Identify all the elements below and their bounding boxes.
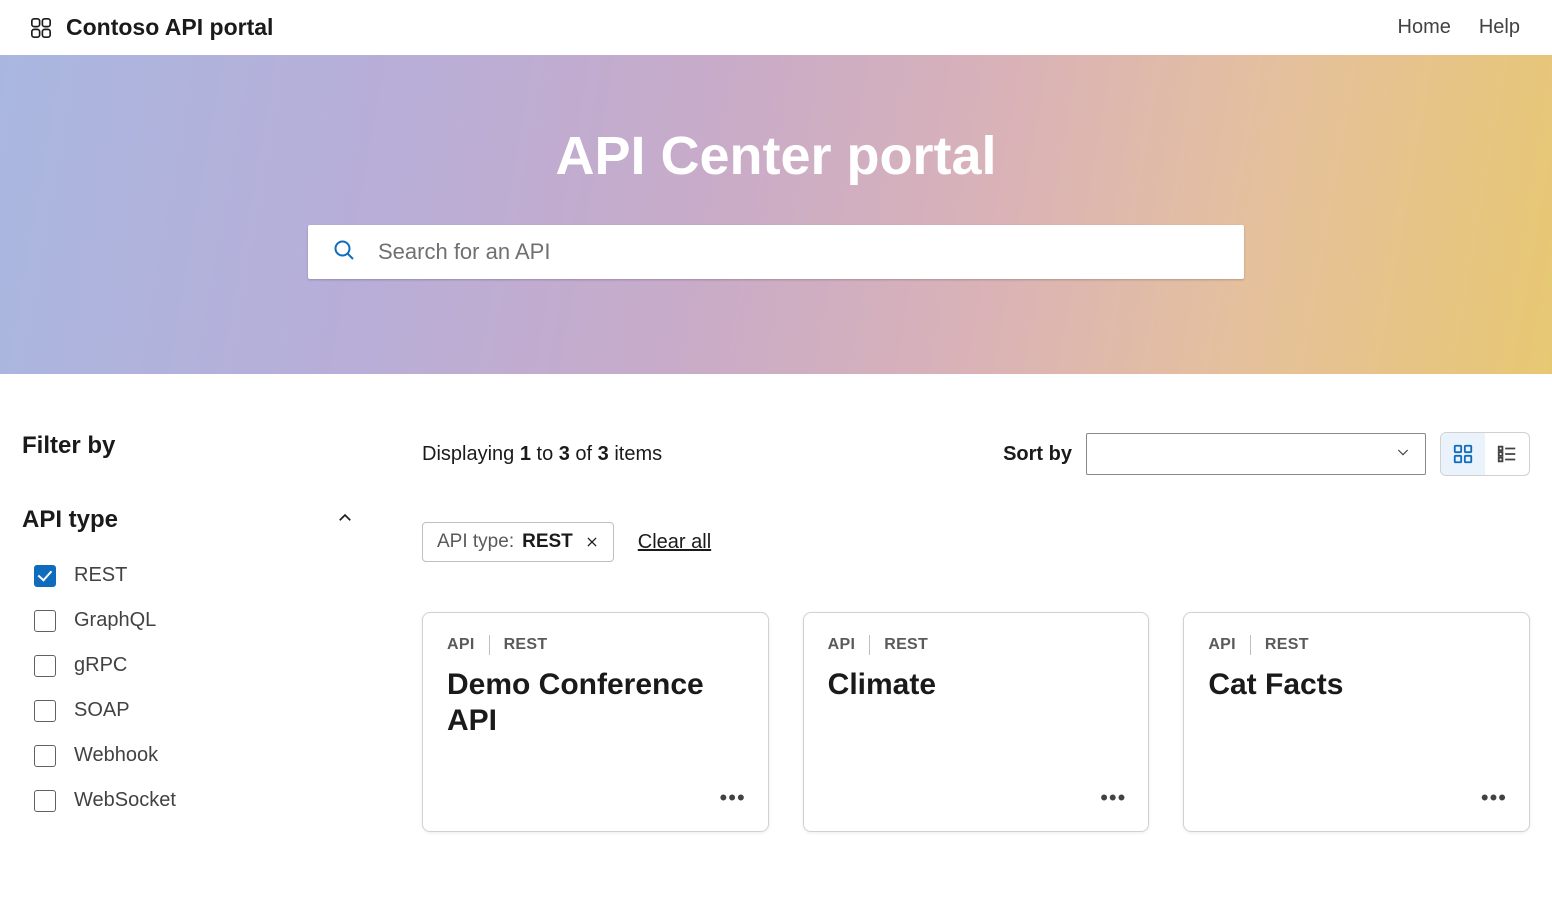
search-box[interactable] xyxy=(308,225,1244,279)
filter-option[interactable]: REST xyxy=(34,564,382,587)
filter-heading: Filter by xyxy=(22,432,382,460)
checkbox[interactable] xyxy=(34,745,56,767)
chevron-down-icon xyxy=(1395,444,1411,465)
top-bar-left: Contoso API portal xyxy=(30,14,273,41)
facet-title: API type xyxy=(22,506,118,534)
api-card[interactable]: API REST Demo Conference API ••• xyxy=(422,612,769,832)
api-card[interactable]: API REST Cat Facts ••• xyxy=(1183,612,1530,832)
view-toggle xyxy=(1440,432,1530,476)
nav-home[interactable]: Home xyxy=(1398,16,1451,39)
card-badge-type: REST xyxy=(884,636,928,654)
divider xyxy=(489,635,490,655)
filter-option[interactable]: WebSocket xyxy=(34,789,382,812)
filter-option-label: WebSocket xyxy=(74,789,176,812)
filter-chip-key: API type: xyxy=(437,531,514,553)
card-title: Demo Conference API xyxy=(447,667,744,739)
card-grid: API REST Demo Conference API ••• API REST Clim… xyxy=(422,612,1530,832)
checkbox[interactable] xyxy=(34,700,56,722)
card-meta: API REST xyxy=(1208,635,1505,655)
close-icon[interactable] xyxy=(585,535,599,549)
card-badge-kind: API xyxy=(828,636,856,654)
hero-banner: API Center portal xyxy=(0,55,1552,374)
card-badge-type: REST xyxy=(504,636,548,654)
filter-option[interactable]: SOAP xyxy=(34,699,382,722)
more-icon[interactable]: ••• xyxy=(720,785,746,811)
brand-title: Contoso API portal xyxy=(66,14,273,41)
facet-options: REST GraphQL gRPC SOAP Webhook WebSocket xyxy=(22,564,382,812)
checkbox[interactable] xyxy=(34,610,56,632)
sort-label: Sort by xyxy=(1003,443,1072,466)
filter-sidebar: Filter by API type REST GraphQL gRPC SOAP We… xyxy=(22,432,382,832)
active-filters: API type: REST Clear all xyxy=(422,522,1530,562)
chevron-up-icon xyxy=(336,509,354,532)
card-badge-kind: API xyxy=(447,636,475,654)
filter-option-label: Webhook xyxy=(74,744,158,767)
results-count: Displaying 1 to 3 of 3 items xyxy=(422,443,662,466)
top-bar-right: Home Help xyxy=(1398,16,1521,39)
clear-all-button[interactable]: Clear all xyxy=(638,531,711,554)
filter-option[interactable]: gRPC xyxy=(34,654,382,677)
card-meta: API REST xyxy=(447,635,744,655)
view-grid-button[interactable] xyxy=(1441,433,1485,475)
filter-option-label: GraphQL xyxy=(74,609,156,632)
search-input[interactable] xyxy=(378,239,1220,265)
divider xyxy=(869,635,870,655)
waffle-icon xyxy=(30,17,52,39)
card-badge-kind: API xyxy=(1208,636,1236,654)
api-card[interactable]: API REST Climate ••• xyxy=(803,612,1150,832)
card-title: Climate xyxy=(828,667,1125,703)
checkbox[interactable] xyxy=(34,790,56,812)
card-meta: API REST xyxy=(828,635,1125,655)
filter-option[interactable]: GraphQL xyxy=(34,609,382,632)
results-area: Displaying 1 to 3 of 3 items Sort by xyxy=(422,432,1530,832)
main-content: Filter by API type REST GraphQL gRPC SOAP We… xyxy=(0,374,1552,872)
card-badge-type: REST xyxy=(1265,636,1309,654)
more-icon[interactable]: ••• xyxy=(1100,785,1126,811)
hero-title: API Center portal xyxy=(0,125,1552,187)
filter-option[interactable]: Webhook xyxy=(34,744,382,767)
search-icon xyxy=(332,238,356,267)
filter-option-label: SOAP xyxy=(74,699,130,722)
top-bar: Contoso API portal Home Help xyxy=(0,0,1552,55)
sort-area: Sort by xyxy=(1003,432,1530,476)
filter-option-label: REST xyxy=(74,564,127,587)
view-list-button[interactable] xyxy=(1485,433,1529,475)
more-icon[interactable]: ••• xyxy=(1481,785,1507,811)
sort-dropdown[interactable] xyxy=(1086,433,1426,475)
card-title: Cat Facts xyxy=(1208,667,1505,703)
nav-help[interactable]: Help xyxy=(1479,16,1520,39)
facet-api-type-toggle[interactable]: API type xyxy=(22,506,382,534)
filter-option-label: gRPC xyxy=(74,654,127,677)
divider xyxy=(1250,635,1251,655)
checkbox[interactable] xyxy=(34,565,56,587)
filter-chip: API type: REST xyxy=(422,522,614,562)
checkbox[interactable] xyxy=(34,655,56,677)
results-toolbar: Displaying 1 to 3 of 3 items Sort by xyxy=(422,432,1530,476)
filter-chip-value: REST xyxy=(522,531,573,553)
